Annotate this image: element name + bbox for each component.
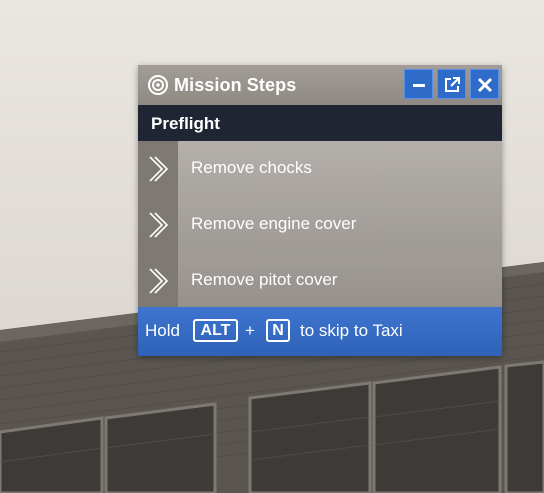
- key-n: N: [266, 319, 290, 342]
- panel-title: Mission Steps: [174, 75, 297, 95]
- chevron-right-icon: [149, 212, 169, 238]
- step-label: Remove chocks: [191, 158, 312, 177]
- step-body: Remove engine cover: [178, 197, 502, 253]
- step-body: Remove chocks: [178, 141, 502, 197]
- key-alt: ALT: [193, 319, 238, 342]
- skip-hint-bar: Hold ALT + N to skip to Taxi: [138, 307, 502, 356]
- minimize-button[interactable]: [404, 69, 433, 99]
- list-item[interactable]: Remove pitot cover: [138, 253, 502, 307]
- list-item[interactable]: Remove engine cover: [138, 197, 502, 253]
- close-button[interactable]: [470, 69, 499, 99]
- hint-plus: +: [245, 321, 255, 340]
- popout-button[interactable]: [437, 69, 466, 99]
- step-label: Remove pitot cover: [191, 270, 338, 289]
- chevron-right-icon: [149, 268, 169, 294]
- target-icon: [147, 74, 169, 96]
- panel-titlebar[interactable]: Mission Steps: [138, 65, 502, 105]
- hint-suffix: to skip to Taxi: [300, 321, 403, 340]
- minimize-icon: [413, 84, 425, 87]
- step-label: Remove engine cover: [191, 214, 357, 233]
- step-marker: [138, 141, 178, 197]
- hint-prefix: Hold: [145, 321, 180, 340]
- close-icon: [477, 77, 493, 93]
- step-marker: [138, 197, 178, 253]
- list-item[interactable]: Remove chocks: [138, 141, 502, 197]
- section-header: Preflight: [138, 105, 502, 141]
- step-marker: [138, 253, 178, 307]
- popout-icon: [445, 77, 460, 92]
- mission-steps-panel: Mission Steps Preflight Remove chocks Re…: [138, 65, 502, 356]
- section-title: Preflight: [151, 114, 220, 133]
- chevron-right-icon: [149, 156, 169, 182]
- step-body: Remove pitot cover: [178, 253, 502, 307]
- steps-list: Remove chocks Remove engine cover Remove…: [138, 141, 502, 307]
